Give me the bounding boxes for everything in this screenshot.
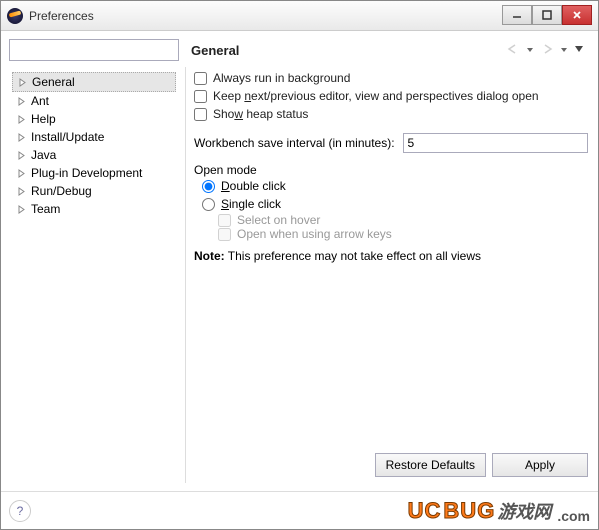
help-icon[interactable]: ? bbox=[9, 500, 31, 522]
tree-label: Team bbox=[31, 202, 60, 216]
apply-button[interactable]: Apply bbox=[492, 453, 588, 477]
expander-icon[interactable] bbox=[16, 168, 27, 179]
tree-label: Install/Update bbox=[31, 130, 104, 144]
interval-label: Workbench save interval (in minutes): bbox=[194, 136, 395, 150]
tree-label: Plug-in Development bbox=[31, 166, 142, 180]
always-run-bg-checkbox[interactable]: Always run in background bbox=[194, 71, 588, 85]
category-tree[interactable]: General Ant Help Install/Update Java bbox=[9, 67, 179, 483]
back-icon[interactable] bbox=[506, 43, 520, 58]
back-menu-icon[interactable] bbox=[526, 43, 534, 57]
checkbox-label: Keep next/previous editor, view and pers… bbox=[213, 89, 539, 103]
expander-icon[interactable] bbox=[16, 150, 27, 161]
maximize-button[interactable] bbox=[532, 5, 562, 25]
tree-item-ant[interactable]: Ant bbox=[12, 92, 176, 110]
checkbox-label: Always run in background bbox=[213, 71, 350, 85]
tree-item-plugin-dev[interactable]: Plug-in Development bbox=[12, 164, 176, 182]
tree-item-java[interactable]: Java bbox=[12, 146, 176, 164]
tree-item-team[interactable]: Team bbox=[12, 200, 176, 218]
expander-icon[interactable] bbox=[16, 96, 27, 107]
page-title: General bbox=[191, 43, 239, 58]
restore-defaults-button[interactable]: Restore Defaults bbox=[375, 453, 486, 477]
select-on-hover-checkbox: Select on hover bbox=[194, 213, 588, 227]
minimize-button[interactable] bbox=[502, 5, 532, 25]
tree-label: Help bbox=[31, 112, 56, 126]
show-heap-checkbox[interactable]: Show heap status bbox=[194, 107, 588, 121]
double-click-radio[interactable]: Double click bbox=[194, 177, 588, 195]
tree-label: General bbox=[32, 75, 75, 89]
view-menu-icon[interactable] bbox=[574, 43, 584, 57]
app-icon bbox=[7, 8, 23, 24]
expander-icon[interactable] bbox=[16, 114, 27, 125]
forward-icon[interactable] bbox=[540, 43, 554, 58]
tree-label: Java bbox=[31, 148, 56, 162]
watermark: UCBUG 游戏网 .com bbox=[408, 498, 590, 524]
open-arrow-keys-checkbox: Open when using arrow keys bbox=[194, 227, 588, 241]
single-click-radio[interactable]: Single click bbox=[194, 195, 588, 213]
expander-icon[interactable] bbox=[17, 77, 28, 88]
window-title: Preferences bbox=[29, 9, 502, 23]
checkbox-label: Open when using arrow keys bbox=[237, 227, 392, 241]
expander-icon[interactable] bbox=[16, 132, 27, 143]
note-text: Note: This preference may not take effec… bbox=[192, 243, 590, 269]
close-button[interactable] bbox=[562, 5, 592, 25]
filter-input[interactable] bbox=[9, 39, 179, 61]
open-mode-title: Open mode bbox=[194, 163, 588, 177]
tree-item-help[interactable]: Help bbox=[12, 110, 176, 128]
tree-item-run-debug[interactable]: Run/Debug bbox=[12, 182, 176, 200]
expander-icon[interactable] bbox=[16, 204, 27, 215]
tree-item-install-update[interactable]: Install/Update bbox=[12, 128, 176, 146]
checkbox-label: Select on hover bbox=[237, 213, 320, 227]
expander-icon[interactable] bbox=[16, 186, 27, 197]
main-panel: Always run in background Keep next/previ… bbox=[185, 67, 590, 483]
forward-menu-icon[interactable] bbox=[560, 43, 568, 57]
tree-item-general[interactable]: General bbox=[12, 72, 176, 92]
interval-input[interactable] bbox=[403, 133, 588, 153]
keep-editor-open-checkbox[interactable]: Keep next/previous editor, view and pers… bbox=[194, 89, 588, 103]
checkbox-label: Show heap status bbox=[213, 107, 308, 121]
titlebar: Preferences bbox=[1, 1, 598, 31]
tree-label: Run/Debug bbox=[31, 184, 92, 198]
tree-label: Ant bbox=[31, 94, 49, 108]
